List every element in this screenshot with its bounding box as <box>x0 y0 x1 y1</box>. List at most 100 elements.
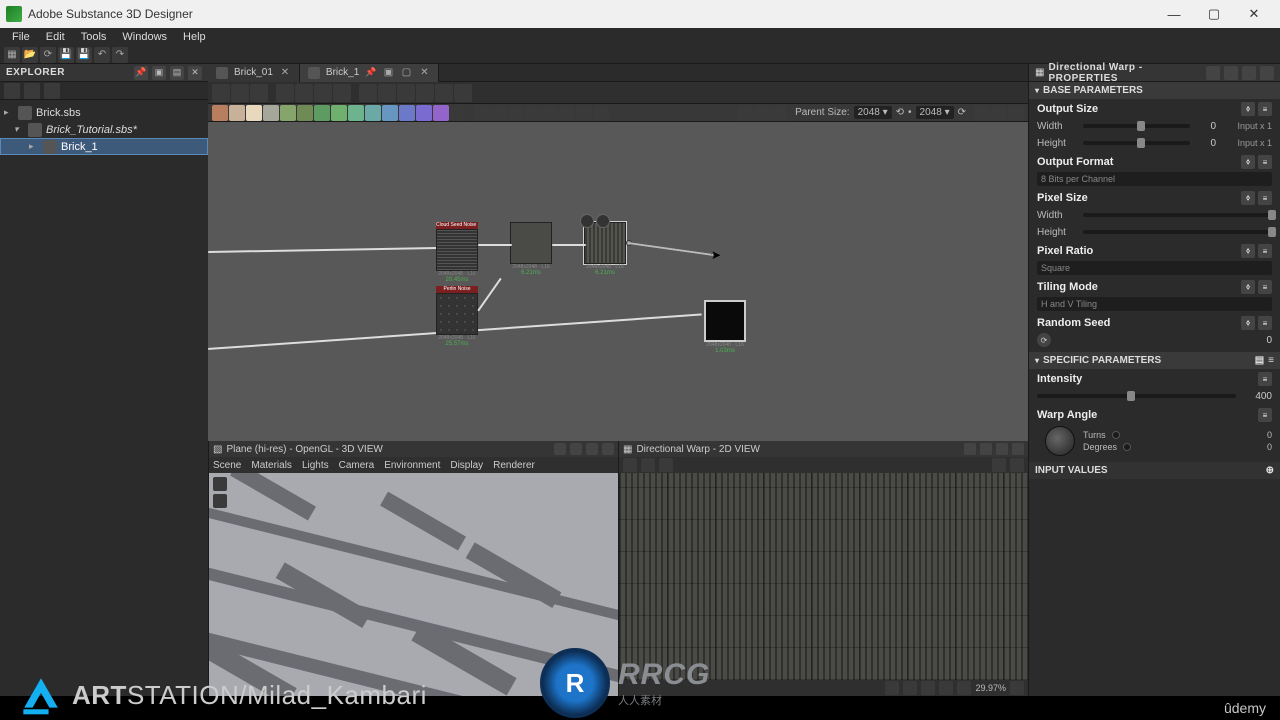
view3d-menu-lights[interactable]: Lights <box>302 460 329 471</box>
move-tool-icon[interactable] <box>231 84 249 102</box>
pixel-ratio-dropdown[interactable]: Square <box>1037 261 1272 275</box>
open-icon[interactable]: 📂 <box>22 47 38 63</box>
expose-icon[interactable]: ⬨ <box>1241 191 1255 205</box>
atom-swatch[interactable] <box>365 105 381 121</box>
menu-icon[interactable]: ≡ <box>1258 280 1272 294</box>
tiling-mode-dropdown[interactable]: H and V Tiling <box>1037 297 1272 311</box>
menu-file[interactable]: File <box>4 31 38 43</box>
grid-toggle-icon[interactable] <box>885 681 899 695</box>
menu-icon[interactable]: ≡ <box>1258 408 1272 422</box>
panel-pin-icon[interactable] <box>1206 66 1220 80</box>
display-mode-icon[interactable] <box>737 105 753 121</box>
panel-close-icon[interactable]: ✕ <box>188 66 202 80</box>
maximize-button[interactable]: ▢ <box>1194 0 1234 28</box>
output-format-dropdown[interactable]: 8 Bits per Channel <box>1037 172 1272 186</box>
route-icon[interactable] <box>397 84 415 102</box>
degrees-radio[interactable] <box>1123 443 1131 451</box>
node-category-icon[interactable] <box>474 105 490 121</box>
node-category-icon[interactable] <box>525 105 541 121</box>
width-slider[interactable] <box>1083 124 1190 128</box>
degrees-value[interactable]: 0 <box>1267 442 1272 452</box>
refresh-size-icon[interactable]: ⟳ <box>958 107 966 118</box>
close-button[interactable]: ✕ <box>1234 0 1274 28</box>
panel-close-icon[interactable] <box>602 443 614 455</box>
section-base-parameters[interactable]: ▾ BASE PARAMETERS <box>1029 82 1280 99</box>
expose-icon[interactable]: ⬨ <box>1241 102 1255 116</box>
atom-swatch[interactable] <box>416 105 432 121</box>
align-icon[interactable] <box>314 84 332 102</box>
graph-node[interactable]: Perlin Noise 2048x2048 · L16 25.57ms <box>436 286 478 347</box>
menu-windows[interactable]: Windows <box>114 31 175 43</box>
timing-icon[interactable] <box>974 105 990 121</box>
grid-icon[interactable] <box>333 84 351 102</box>
atom-swatch[interactable] <box>212 105 228 121</box>
pixel-height-slider[interactable] <box>1083 230 1272 234</box>
save-all-icon[interactable]: 💾 <box>76 47 92 63</box>
height-slider[interactable] <box>1083 141 1190 145</box>
graph-canvas[interactable]: Cloud Seed Noise 2 2048x2048 · L16 20.45… <box>208 122 1028 441</box>
panel-collapse-icon[interactable]: ▣ <box>152 66 166 80</box>
node-category-icon[interactable] <box>542 105 558 121</box>
tab-maximize-icon[interactable]: ▢ <box>400 67 412 78</box>
minimize-button[interactable]: — <box>1154 0 1194 28</box>
save-icon[interactable]: 💾 <box>58 47 74 63</box>
channel-icon[interactable] <box>921 681 935 695</box>
view3d-menu-renderer[interactable]: Renderer <box>493 460 535 471</box>
graph-tab[interactable]: Brick_01 ✕ <box>208 64 300 82</box>
graph-tab-active[interactable]: Brick_1 📌 ▣ ▢ ✕ <box>300 64 440 82</box>
menu-icon[interactable]: ≡ <box>1258 244 1272 258</box>
panel-split-icon[interactable] <box>570 443 582 455</box>
expose-icon[interactable]: ⬨ <box>1241 280 1255 294</box>
tab-close-icon[interactable]: ✕ <box>418 67 430 78</box>
view3d-menu-materials[interactable]: Materials <box>251 460 292 471</box>
node-category-icon[interactable] <box>508 105 524 121</box>
parent-size-dropdown[interactable]: 2048 ▾ <box>854 106 892 119</box>
intensity-slider[interactable] <box>1037 394 1236 398</box>
camera-icon[interactable] <box>213 477 227 491</box>
expand-icon[interactable]: ⊕ <box>1266 465 1274 476</box>
graph-node[interactable]: 2048x2048 · L16 1.03ms <box>704 300 746 354</box>
unlink-icon[interactable] <box>378 84 396 102</box>
light-icon[interactable] <box>213 494 227 508</box>
tile-toggle-icon[interactable] <box>903 681 917 695</box>
frame-icon[interactable] <box>435 84 453 102</box>
link-icon[interactable]: ⟲ <box>896 107 904 118</box>
menu-icon[interactable]: ≡ <box>1258 102 1272 116</box>
view3d-menu-display[interactable]: Display <box>450 460 483 471</box>
list-icon[interactable]: ▤ <box>1255 355 1264 366</box>
panel-split-icon[interactable] <box>1224 66 1238 80</box>
menu-help[interactable]: Help <box>175 31 214 43</box>
expose-icon[interactable]: ⬨ <box>1241 155 1255 169</box>
node-category-icon[interactable] <box>559 105 575 121</box>
randomize-icon[interactable]: ⟳ <box>1037 333 1051 347</box>
undo-icon[interactable]: ↶ <box>94 47 110 63</box>
expose-icon[interactable]: ⬨ <box>1241 244 1255 258</box>
random-seed-value[interactable]: 0 <box>1252 335 1272 346</box>
tree-item-package[interactable]: ▸ Brick.sbs <box>0 104 208 121</box>
turns-radio[interactable] <box>1112 431 1120 439</box>
info-icon[interactable] <box>991 105 1007 121</box>
tab-restore-icon[interactable]: ▣ <box>382 67 394 78</box>
section-specific-parameters[interactable]: ▾ SPECIFIC PARAMETERS ▤ ≡ <box>1029 352 1280 369</box>
panel-split-icon[interactable]: ▤ <box>170 66 184 80</box>
menu-icon[interactable]: ≡ <box>1258 372 1272 386</box>
panel-pin-icon[interactable] <box>554 443 566 455</box>
view2d-viewport[interactable] <box>619 473 1028 680</box>
panel-maximize-icon[interactable] <box>586 443 598 455</box>
atom-swatch[interactable] <box>433 105 449 121</box>
link-icon[interactable] <box>359 84 377 102</box>
atom-swatch[interactable] <box>297 105 313 121</box>
node-preview-icon[interactable] <box>580 214 594 228</box>
graph-node[interactable]: 2048x2048 · L16 6.21ms <box>510 222 552 276</box>
menu-tools[interactable]: Tools <box>73 31 115 43</box>
refresh-icon[interactable]: ⟳ <box>40 47 56 63</box>
redo-icon[interactable]: ↷ <box>112 47 128 63</box>
panel-close-icon[interactable] <box>1012 443 1024 455</box>
graph-node-selected[interactable]: 2048x2048 · L16 6.21ms <box>584 222 626 276</box>
menu-icon[interactable]: ≡ <box>1258 191 1272 205</box>
turns-value[interactable]: 0 <box>1267 430 1272 440</box>
node-category-icon[interactable] <box>491 105 507 121</box>
panel-pin-icon[interactable] <box>964 443 976 455</box>
view2d-info-icon[interactable] <box>992 458 1006 472</box>
panel-pin-icon[interactable]: 📌 <box>134 66 148 80</box>
